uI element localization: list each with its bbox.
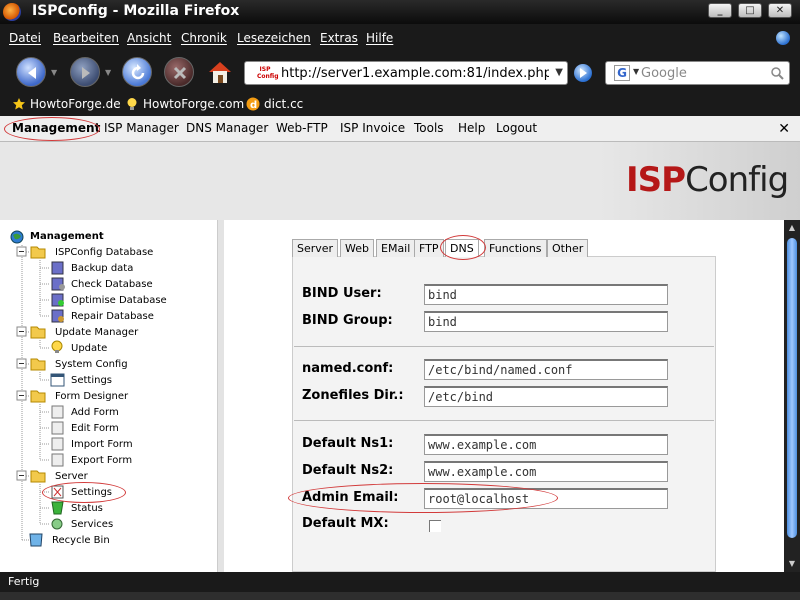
menu-bearbeiten[interactable]: Bearbeiten [53, 31, 119, 45]
app-menu-isp-invoice[interactable]: ISP Invoice [340, 121, 405, 135]
bookmark-label: dict.cc [264, 97, 304, 111]
logo-isp-text: ISP [626, 160, 686, 200]
form-divider [294, 346, 714, 347]
bookmark-label: HowtoForge.com [143, 97, 245, 111]
bookmark-howtoforge-de[interactable]: HowtoForge.de [12, 97, 121, 111]
tab-ftp[interactable]: FTP [414, 239, 444, 257]
app-menu-logout[interactable]: Logout [496, 121, 537, 135]
app-menu-dns-manager[interactable]: DNS Manager [186, 121, 268, 135]
reload-button[interactable] [122, 57, 152, 87]
bookmark-label: HowtoForge.de [30, 97, 121, 111]
bind-group-input[interactable]: bind [424, 311, 668, 332]
admin-email-label: Admin Email: [302, 490, 399, 505]
url-bar[interactable]: ISP Config http://server1.example.com:81/… [244, 61, 568, 85]
go-arrow-icon [580, 68, 587, 78]
app-menu-web-ftp[interactable]: Web-FTP [276, 121, 328, 135]
close-icon[interactable]: ✕ [778, 121, 790, 137]
admin-email-input[interactable]: root@localhost [424, 488, 668, 509]
star-icon [13, 98, 25, 110]
url-dropdown-icon[interactable]: ▼ [555, 67, 563, 78]
app-menu-isp-manager[interactable]: ISP Manager [104, 121, 179, 135]
back-history-dropdown-icon[interactable]: ▼ [51, 68, 57, 77]
menu-lesezeichen[interactable]: Lesezeichen [237, 31, 311, 45]
search-input[interactable]: Google [641, 66, 687, 81]
search-icon[interactable] [770, 66, 784, 80]
forward-history-dropdown-icon[interactable]: ▼ [105, 68, 111, 77]
search-engine-dropdown-icon[interactable]: ▼ [633, 67, 639, 76]
browser-menubar: Datei Bearbeiten Ansicht Chronik Lesezei… [0, 24, 800, 52]
app-menu-tools[interactable]: Tools [414, 121, 444, 135]
forward-arrow-icon [82, 67, 90, 79]
ispconfig-logo: ISPConfig [626, 160, 789, 200]
throbber-icon [776, 31, 790, 45]
reload-icon [131, 64, 145, 80]
back-button[interactable] [16, 57, 46, 87]
app-menu-management[interactable]: Management [12, 121, 100, 135]
site-favicon-icon: ISP Config [257, 66, 279, 80]
settings-form-layer: Server Web EMail FTP DNS Functions Other… [0, 220, 800, 572]
maximize-button[interactable]: □ [738, 3, 762, 18]
home-button[interactable] [206, 58, 234, 86]
default-ns1-label: Default Ns1: [302, 436, 394, 451]
navigation-toolbar: ▼ ▼ ISP Config http://server1.example.com… [0, 52, 800, 92]
search-bar[interactable]: G ▼ Google [605, 61, 790, 85]
tab-other[interactable]: Other [547, 239, 589, 257]
tab-web[interactable]: Web [340, 239, 374, 257]
scroll-up-icon[interactable]: ▲ [787, 223, 797, 233]
window-title: ISPConfig - Mozilla Firefox [32, 3, 240, 19]
status-bar-track [0, 592, 800, 600]
logo-config-text: Config [685, 160, 789, 200]
status-bar: Fertig [0, 572, 800, 600]
bookmark-howtoforge-com[interactable]: HowtoForge.com [125, 97, 244, 111]
menu-ansicht[interactable]: Ansicht [127, 31, 171, 45]
lightbulb-icon [127, 98, 137, 110]
default-mx-checkbox[interactable] [429, 520, 441, 532]
page-scrollbar[interactable]: ▲ ▼ [784, 220, 800, 572]
scroll-down-icon[interactable]: ▼ [787, 559, 797, 569]
named-conf-input[interactable]: /etc/bind/named.conf [424, 359, 668, 380]
home-icon [209, 62, 231, 83]
menu-hilfe[interactable]: Hilfe [366, 31, 393, 45]
scrollbar-thumb[interactable] [787, 238, 797, 538]
menu-chronik[interactable]: Chronik [181, 31, 227, 45]
go-button[interactable] [574, 64, 592, 82]
form-divider [294, 420, 714, 421]
default-ns1-input[interactable]: www.example.com [424, 434, 668, 455]
minimize-button[interactable]: _ [708, 3, 732, 18]
menu-extras[interactable]: Extras [320, 31, 358, 45]
menu-datei[interactable]: Datei [9, 31, 41, 45]
tab-dns[interactable]: DNS [445, 239, 479, 257]
window-titlebar: ISPConfig - Mozilla Firefox _ □ ✕ [0, 0, 800, 24]
tab-email[interactable]: EMail [376, 239, 416, 257]
tab-server[interactable]: Server [292, 239, 339, 257]
svg-text:d: d [250, 100, 257, 111]
bind-user-input[interactable]: bind [424, 284, 668, 305]
url-input[interactable]: http://server1.example.com:81/index.php?… [281, 66, 549, 81]
zonefiles-dir-input[interactable]: /etc/bind [424, 386, 668, 407]
ispconfig-menu: Management ISP Manager DNS Manager Web-F… [0, 116, 800, 142]
stop-icon [173, 66, 187, 80]
tab-functions[interactable]: Functions [484, 239, 547, 257]
stop-button[interactable] [164, 57, 194, 87]
bind-user-label: BIND User: [302, 286, 382, 301]
named-conf-label: named.conf: [302, 361, 394, 376]
zonefiles-dir-label: Zonefiles Dir.: [302, 388, 404, 403]
google-engine-icon[interactable]: G [614, 65, 630, 81]
status-text: Fertig [8, 575, 40, 588]
default-mx-label: Default MX: [302, 516, 389, 531]
close-window-button[interactable]: ✕ [768, 3, 792, 18]
forward-button[interactable] [70, 57, 100, 87]
bookmarks-toolbar: HowtoForge.de HowtoForge.com d dict.cc [0, 92, 800, 116]
back-arrow-icon [28, 67, 36, 79]
app-menu-help[interactable]: Help [458, 121, 485, 135]
default-ns2-input[interactable]: www.example.com [424, 461, 668, 482]
bookmark-dict-cc[interactable]: d dict.cc [246, 97, 303, 111]
app-header: ISPConfig [0, 142, 800, 220]
bind-group-label: BIND Group: [302, 313, 393, 328]
dict-cc-icon: d [246, 97, 260, 111]
default-ns2-label: Default Ns2: [302, 463, 394, 478]
firefox-icon [3, 3, 21, 21]
